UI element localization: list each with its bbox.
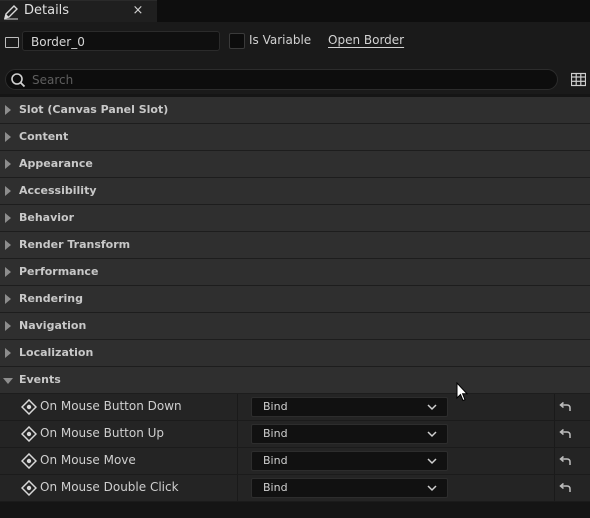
bind-label: Bind xyxy=(263,481,288,494)
chevron-down-icon xyxy=(427,431,437,438)
bind-dropdown[interactable]: Bind xyxy=(251,397,448,417)
event-diamond-icon xyxy=(21,399,37,415)
event-label: On Mouse Double Click xyxy=(40,480,179,494)
category-slot[interactable]: Slot (Canvas Panel Slot) xyxy=(0,97,590,124)
category-label: Content xyxy=(19,130,69,143)
category-events[interactable]: Events xyxy=(0,367,590,394)
tab-title: Details xyxy=(24,3,70,18)
event-row: On Mouse Button Down Bind xyxy=(0,394,590,421)
category-performance[interactable]: Performance xyxy=(0,259,590,286)
table-icon[interactable] xyxy=(571,72,586,87)
is-variable-checkbox[interactable] xyxy=(229,33,245,49)
column-divider xyxy=(554,475,555,501)
category-label: Navigation xyxy=(19,319,87,332)
mouse-cursor-icon xyxy=(456,382,468,402)
bind-dropdown[interactable]: Bind xyxy=(251,424,448,444)
event-label: On Mouse Move xyxy=(40,453,136,467)
category-appearance[interactable]: Appearance xyxy=(0,151,590,178)
column-divider[interactable] xyxy=(237,448,238,474)
event-row: On Mouse Move Bind xyxy=(0,448,590,475)
event-row: On Mouse Button Up Bind xyxy=(0,421,590,448)
expand-arrow-icon xyxy=(5,294,11,304)
column-divider xyxy=(554,421,555,447)
expand-arrow-icon xyxy=(5,105,11,115)
column-divider[interactable] xyxy=(237,475,238,501)
event-diamond-icon xyxy=(21,453,37,469)
pencil-icon xyxy=(4,5,18,20)
reset-arrow-icon[interactable] xyxy=(558,482,572,495)
property-categories: Slot (Canvas Panel Slot) Content Appeara… xyxy=(0,97,590,502)
details-header: Border_0 Is Variable Open Border xyxy=(0,22,590,94)
category-label: Rendering xyxy=(19,292,83,305)
expand-arrow-icon xyxy=(5,186,11,196)
collapse-arrow-icon xyxy=(3,378,13,384)
column-divider xyxy=(554,394,555,420)
event-diamond-icon xyxy=(21,426,37,442)
category-label: Slot (Canvas Panel Slot) xyxy=(19,103,169,116)
category-label: Behavior xyxy=(19,211,75,224)
event-label: On Mouse Button Up xyxy=(40,426,165,440)
bind-label: Bind xyxy=(263,454,288,467)
category-label: Appearance xyxy=(19,157,93,170)
bind-dropdown[interactable]: Bind xyxy=(251,451,448,471)
tab-bar: Details × xyxy=(0,0,590,23)
open-border-link[interactable]: Open Border xyxy=(328,33,404,47)
search-icon xyxy=(11,73,26,88)
expand-arrow-icon xyxy=(5,240,11,250)
reset-arrow-icon[interactable] xyxy=(558,455,572,468)
tab-details[interactable]: Details × xyxy=(0,0,157,23)
column-divider[interactable] xyxy=(237,394,238,420)
expand-arrow-icon xyxy=(5,267,11,277)
expand-arrow-icon xyxy=(5,348,11,358)
widget-frame-icon xyxy=(5,37,19,48)
close-icon[interactable]: × xyxy=(131,3,145,18)
chevron-down-icon xyxy=(427,458,437,465)
category-rendering[interactable]: Rendering xyxy=(0,286,590,313)
bind-label: Bind xyxy=(263,427,288,440)
event-label: On Mouse Button Down xyxy=(40,399,182,413)
expand-arrow-icon xyxy=(5,321,11,331)
reset-arrow-icon[interactable] xyxy=(558,401,572,414)
category-label: Localization xyxy=(19,346,94,359)
category-behavior[interactable]: Behavior xyxy=(0,205,590,232)
category-label: Performance xyxy=(19,265,99,278)
expand-arrow-icon xyxy=(5,159,11,169)
search-input[interactable] xyxy=(32,70,532,89)
event-row: On Mouse Double Click Bind xyxy=(0,475,590,502)
reset-arrow-icon[interactable] xyxy=(558,428,572,441)
column-divider xyxy=(554,448,555,474)
widget-name-field[interactable]: Border_0 xyxy=(22,31,220,51)
event-diamond-icon xyxy=(21,480,37,496)
chevron-down-icon xyxy=(427,404,437,411)
category-navigation[interactable]: Navigation xyxy=(0,313,590,340)
column-divider[interactable] xyxy=(237,421,238,447)
search-bar xyxy=(5,69,558,90)
bind-label: Bind xyxy=(263,400,288,413)
category-localization[interactable]: Localization xyxy=(0,340,590,367)
category-label: Render Transform xyxy=(19,238,131,251)
bind-dropdown[interactable]: Bind xyxy=(251,478,448,498)
category-label: Accessibility xyxy=(19,184,97,197)
chevron-down-icon xyxy=(427,485,437,492)
expand-arrow-icon xyxy=(5,213,11,223)
is-variable-label: Is Variable xyxy=(249,33,312,47)
category-accessibility[interactable]: Accessibility xyxy=(0,178,590,205)
category-content[interactable]: Content xyxy=(0,124,590,151)
expand-arrow-icon xyxy=(5,132,11,142)
category-render-transform[interactable]: Render Transform xyxy=(0,232,590,259)
category-label: Events xyxy=(19,373,61,386)
